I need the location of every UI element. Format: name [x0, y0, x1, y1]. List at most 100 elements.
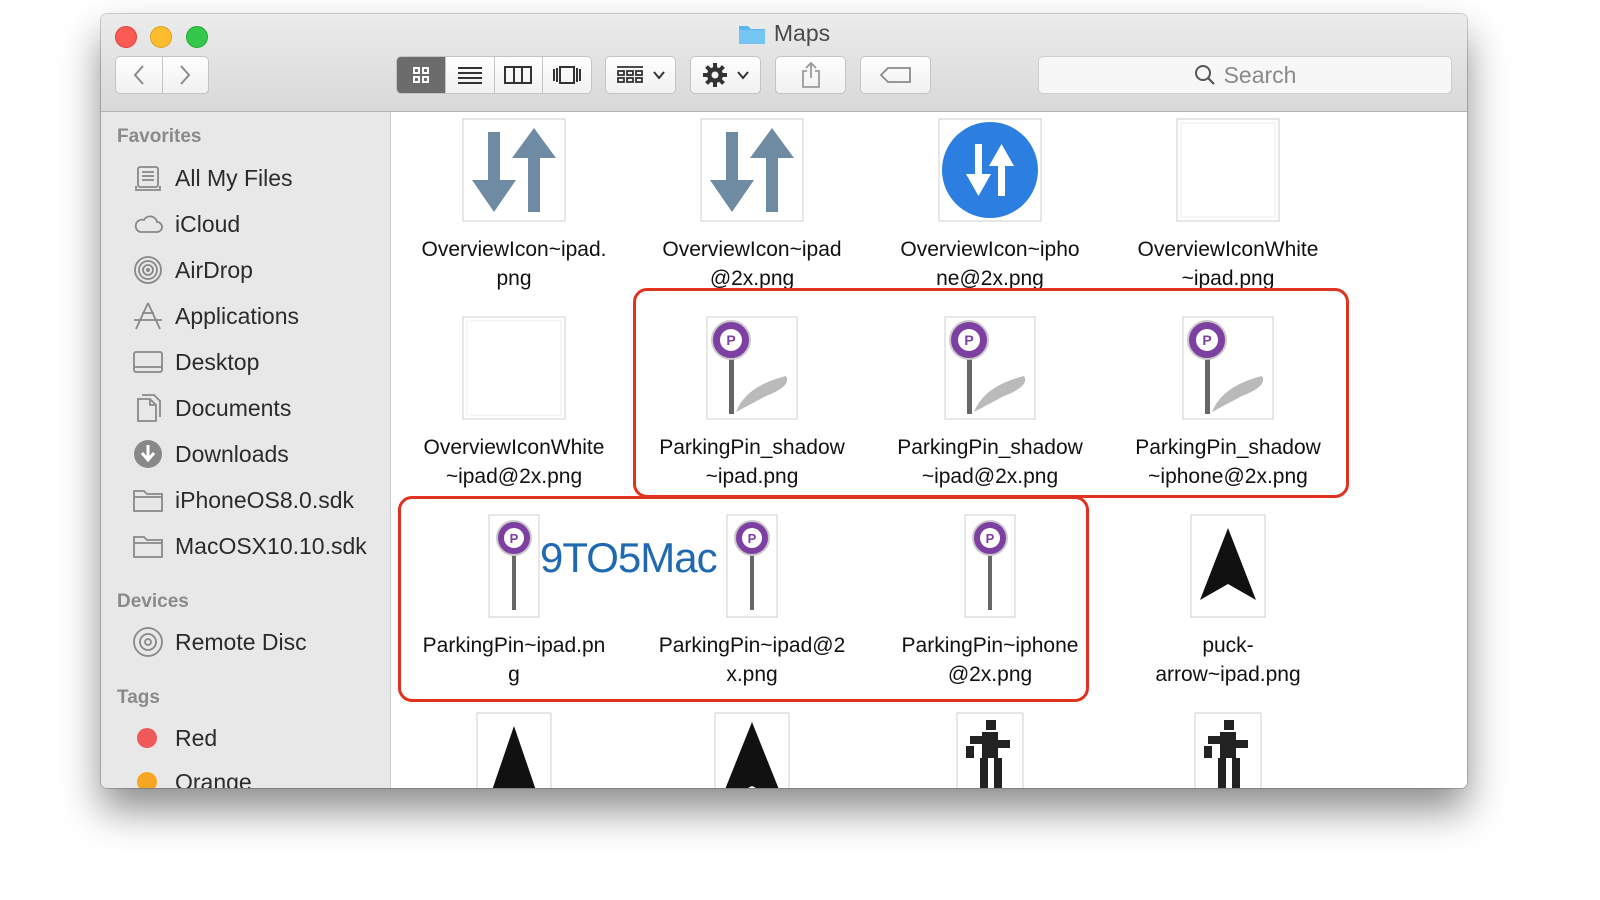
sidebar-item-label: iCloud [175, 210, 241, 237]
sidebar: Favorites All My Files iCloud AirDrop Ap… [101, 112, 391, 788]
columns-icon [504, 66, 533, 84]
sidebar-item-label: Applications [175, 302, 300, 329]
sidebar-item-all-my-files[interactable]: All My Files [131, 160, 293, 196]
sidebar-item-label: AirDrop [175, 256, 253, 283]
file-name: OverviewIconWhite ~ipad@2x.png [423, 436, 605, 488]
sidebar-item-applications[interactable]: Applications [131, 298, 299, 334]
sidebar-item-documents[interactable]: Documents [131, 390, 291, 426]
sidebar-item-label: Desktop [175, 348, 260, 375]
desktop-icon [131, 345, 165, 379]
chevron-left-icon [133, 65, 144, 85]
documents-icon [131, 391, 165, 425]
sidebar-item-macosx-sdk[interactable]: MacOSX10.10.sdk [131, 528, 367, 564]
list-icon [457, 67, 482, 84]
puck-arrow-icon [1190, 514, 1266, 618]
sidebar-item-label: iPhoneOS8.0.sdk [175, 486, 355, 513]
chevron-right-icon [180, 65, 191, 85]
view-mode-control [396, 56, 592, 94]
tag-icon [879, 67, 911, 83]
blank-image-icon [462, 316, 566, 420]
finder-window: Maps Search Favorites All My Files iClou… [101, 14, 1467, 788]
watermark-logo: 9TO5Mac [540, 534, 718, 581]
sidebar-item-label: Red [175, 724, 218, 751]
chevron-down-icon [652, 71, 665, 80]
column-view-button[interactable] [495, 57, 544, 93]
sidebar-item-iphoneos-sdk[interactable]: iPhoneOS8.0.sdk [131, 482, 354, 518]
sidebar-item-downloads[interactable]: Downloads [131, 436, 289, 472]
window-title: Maps [101, 20, 1467, 51]
grid-icon [412, 67, 429, 83]
sidebar-item-label: MacOSX10.10.sdk [175, 532, 367, 559]
puck-arrow-outline-icon [476, 712, 552, 788]
forward-button[interactable] [163, 57, 209, 93]
downloads-icon [131, 437, 165, 471]
file-name: puck-arrow~ipad.png [1155, 634, 1301, 686]
file-item[interactable] [396, 706, 632, 788]
walking-person-icon [1194, 712, 1262, 788]
icon-view-button[interactable] [397, 57, 446, 93]
list-view-button[interactable] [446, 57, 495, 93]
nav-buttons [115, 56, 209, 94]
cloud-icon [131, 207, 165, 241]
search-icon [1194, 65, 1215, 85]
sidebar-item-tag-red[interactable]: Red [131, 720, 217, 756]
file-name: OverviewIconWhite ~ipad.png [1137, 238, 1319, 290]
favorites-header: Favorites [117, 126, 202, 147]
file-item[interactable] [872, 706, 1108, 788]
sidebar-item-label: Remote Disc [175, 628, 307, 655]
file-item[interactable]: OverviewIconWhite ~ipad@2x.png [396, 310, 632, 500]
chevron-down-icon [736, 71, 749, 80]
overview-blue-circle-icon [938, 118, 1042, 222]
file-name: OverviewIcon~ipad @2x.png [662, 238, 842, 290]
sidebar-item-remote-disc[interactable]: Remote Disc [131, 624, 307, 660]
search-placeholder: Search [1223, 61, 1297, 88]
sidebar-item-tag-orange[interactable]: Orange [131, 764, 252, 788]
arrange-grid-icon [616, 66, 643, 83]
overview-arrows-icon [700, 118, 804, 222]
folder-icon [738, 23, 766, 51]
sidebar-item-label: Downloads [175, 440, 289, 467]
highlight-box-parking-pins [398, 496, 1089, 702]
file-item[interactable]: OverviewIcon~ipho ne@2x.png [872, 112, 1108, 302]
gear-icon [702, 63, 727, 87]
disc-icon [131, 625, 165, 659]
file-grid: OverviewIcon~ipad. png OverviewIcon~ipad @… [391, 112, 1467, 788]
sidebar-item-desktop[interactable]: Desktop [131, 344, 259, 380]
puck-arrow-icon [714, 712, 790, 788]
action-button[interactable] [690, 56, 761, 94]
red-tag-dot [137, 728, 157, 748]
file-name: OverviewIcon~ipho ne@2x.png [900, 238, 1080, 290]
toolbar: Maps Search [101, 14, 1467, 112]
share-icon [801, 61, 820, 88]
airdrop-icon [131, 253, 165, 287]
back-button[interactable] [116, 57, 163, 93]
orange-tag-dot [137, 772, 157, 788]
walking-person-icon [956, 712, 1024, 788]
coverflow-icon [553, 66, 582, 84]
folder-icon [131, 483, 165, 517]
sidebar-item-label: Documents [175, 394, 292, 421]
file-item[interactable] [1110, 706, 1346, 788]
file-item[interactable]: puck-arrow~ipad.png [1110, 508, 1346, 698]
folder-icon [131, 529, 165, 563]
file-item[interactable]: OverviewIcon~ipad. png [396, 112, 632, 302]
file-name: OverviewIcon~ipad. png [421, 238, 607, 290]
coverflow-view-button[interactable] [543, 57, 591, 93]
applications-icon [131, 299, 165, 333]
arrange-button[interactable] [605, 56, 676, 94]
sidebar-item-label: Orange [175, 768, 252, 789]
sidebar-item-icloud[interactable]: iCloud [131, 206, 240, 242]
all-files-icon [131, 161, 165, 195]
sidebar-item-airdrop[interactable]: AirDrop [131, 252, 253, 288]
tags-button[interactable] [860, 56, 931, 94]
search-field[interactable]: Search [1038, 56, 1452, 94]
file-item[interactable] [634, 706, 870, 788]
file-item[interactable]: OverviewIcon~ipad @2x.png [634, 112, 870, 302]
tags-header: Tags [117, 687, 160, 708]
overview-arrows-icon [462, 118, 566, 222]
share-button[interactable] [775, 56, 846, 94]
devices-header: Devices [117, 591, 189, 612]
window-title-text: Maps [773, 20, 831, 46]
blank-image-icon [1176, 118, 1280, 222]
file-item[interactable]: OverviewIconWhite ~ipad.png [1110, 112, 1346, 302]
